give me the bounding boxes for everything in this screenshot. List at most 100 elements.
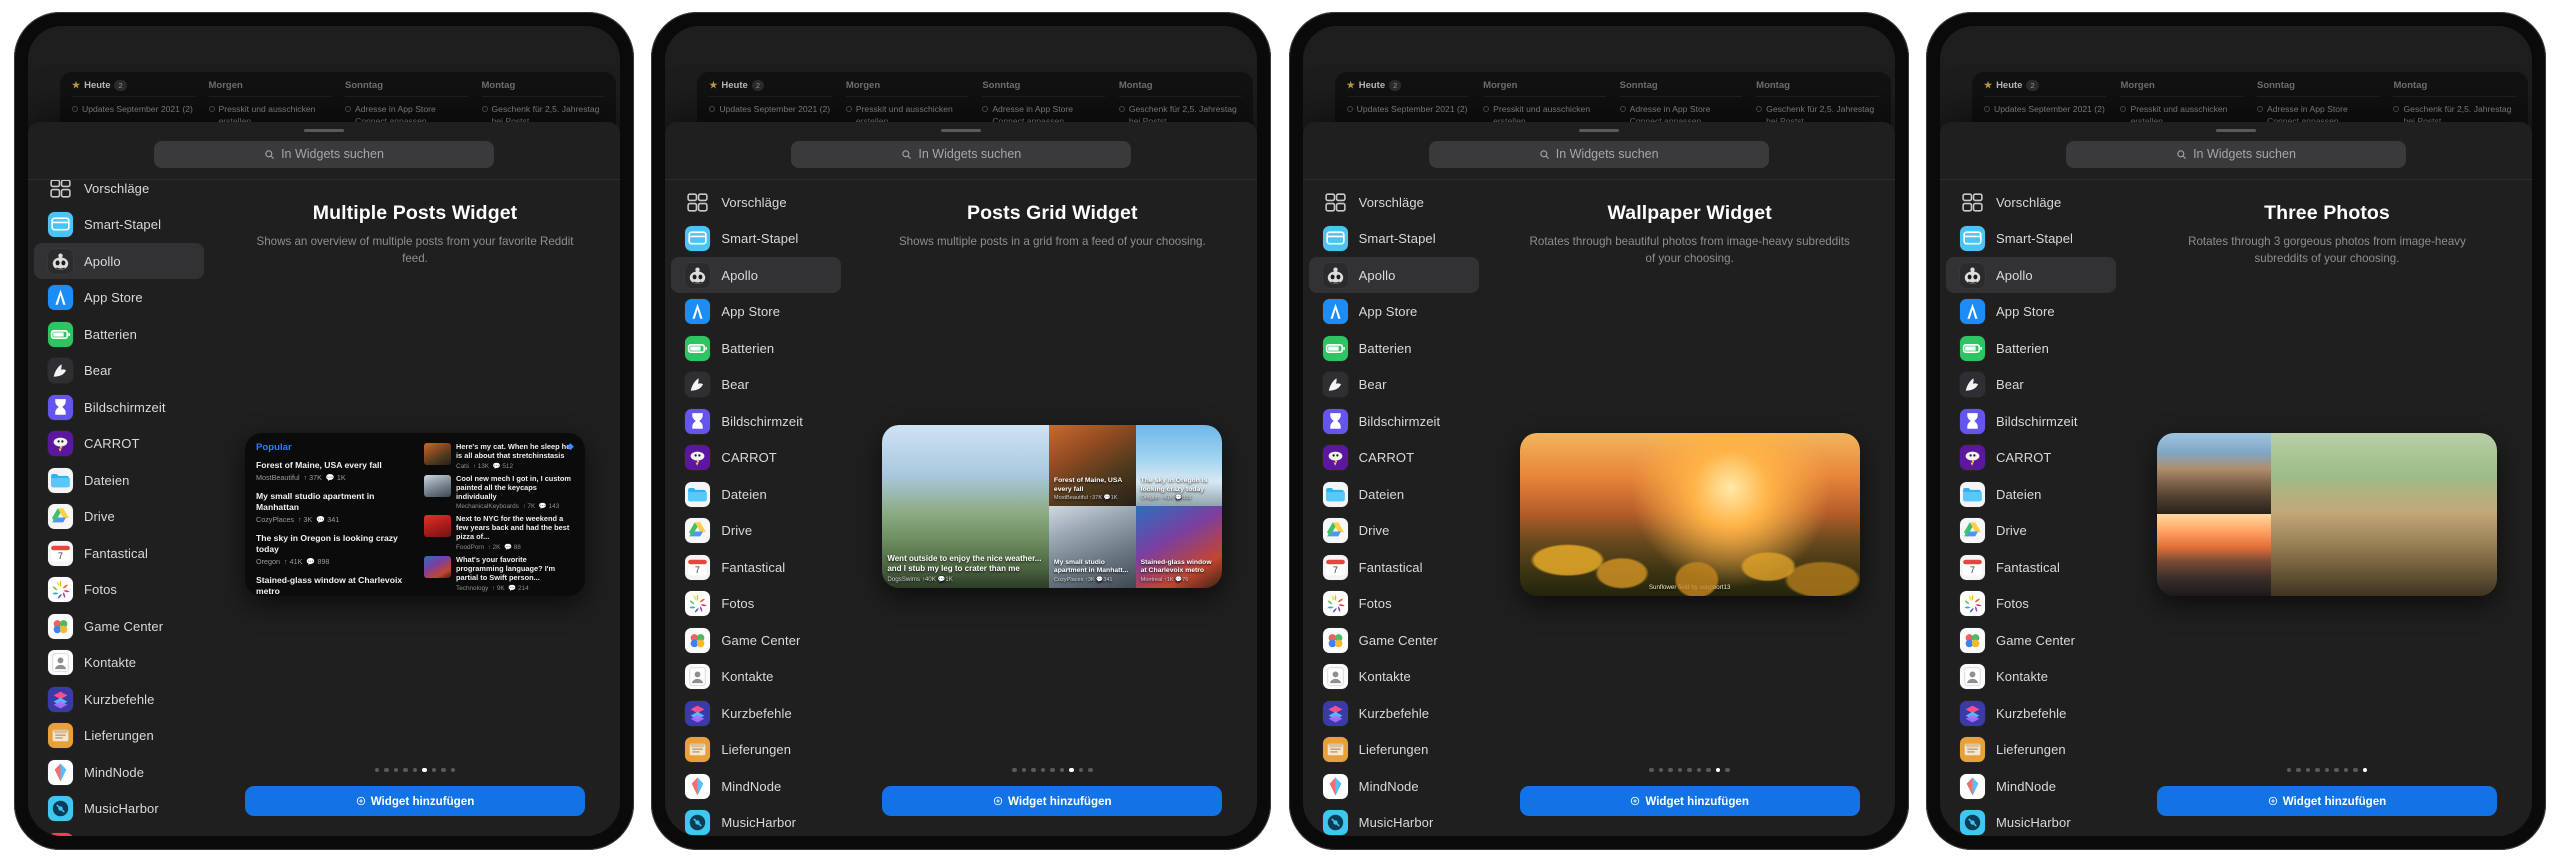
sidebar-item-bear[interactable]: Bear: [671, 366, 841, 403]
sidebar-item-mindnode[interactable]: MindNode: [671, 768, 841, 805]
search-input[interactable]: In Widgets suchen: [791, 140, 1132, 168]
sidebar-item-app-store[interactable]: App Store: [1946, 293, 2116, 330]
sidebar-item-fotos[interactable]: Fotos: [1309, 585, 1479, 622]
search-input[interactable]: In Widgets suchen: [154, 140, 494, 168]
sidebar-item-smart-stapel[interactable]: Smart-Stapel: [34, 206, 204, 243]
sidebar-item-dateien[interactable]: Dateien: [1309, 476, 1479, 513]
sidebar-item-lieferungen[interactable]: Lieferungen: [1309, 731, 1479, 768]
sidebar-item-lieferungen[interactable]: Lieferungen: [34, 717, 204, 754]
sidebar-item-fantastical[interactable]: 7 Fantastical: [671, 549, 841, 586]
sidebar-item-app-store[interactable]: App Store: [34, 279, 204, 316]
sidebar-item-kurzbefehle[interactable]: Kurzbefehle: [34, 681, 204, 718]
sidebar-item-mindnode[interactable]: MindNode: [34, 754, 204, 791]
sidebar-item-musicharbor[interactable]: MusicHarbor: [1946, 804, 2116, 836]
sidebar-item-bear[interactable]: Bear: [34, 352, 204, 389]
sidebar-item-fotos[interactable]: Fotos: [671, 585, 841, 622]
widget-preview-card[interactable]: Popular Forest of Maine, USA every fall …: [245, 433, 585, 596]
sidebar-item-musicharbor[interactable]: MusicHarbor: [34, 790, 204, 827]
add-widget-button[interactable]: Widget hinzufügen: [882, 786, 1223, 816]
widget-preview-card[interactable]: [2156, 432, 2497, 596]
sidebar-item-apollo[interactable]: Apollo: [671, 256, 842, 294]
sidebar-item-smart-stapel[interactable]: Smart-Stapel: [671, 220, 841, 257]
sidebar-item-drive[interactable]: Drive: [1309, 512, 1479, 549]
sidebar-item-bildschirmzeit[interactable]: Bildschirmzeit: [1946, 403, 2116, 440]
sidebar-item-smart-stapel[interactable]: Smart-Stapel: [1946, 220, 2116, 257]
sidebar-item-kontakte[interactable]: Kontakte: [1946, 658, 2116, 695]
widget-sidebar[interactable]: Vorschläge Smart-Stapel Apollo App Store…: [28, 179, 210, 836]
sidebar-item-vorschl-ge[interactable]: Vorschläge: [1309, 184, 1479, 221]
sidebar-item-batterien[interactable]: Batterien: [34, 316, 204, 353]
background-column-title: Montag: [1118, 80, 1153, 91]
sidebar-item-dateien[interactable]: Dateien: [1946, 476, 2116, 513]
sidebar-item-game-center[interactable]: Game Center: [1309, 622, 1479, 659]
sidebar-item-carrot[interactable]: CARROT: [1309, 439, 1479, 476]
sidebar-item-kontakte[interactable]: Kontakte: [34, 644, 204, 681]
sidebar-item-apollo[interactable]: Apollo: [1308, 256, 1479, 294]
page-indicator[interactable]: [1649, 762, 1730, 772]
sidebar-item-drive[interactable]: Drive: [1946, 512, 2116, 549]
sidebar-item-fantastical[interactable]: 7 Fantastical: [1946, 549, 2116, 586]
deliveries-icon: [685, 737, 711, 763]
sidebar-item-kurzbefehle[interactable]: Kurzbefehle: [1946, 695, 2116, 732]
sidebar-item-game-center[interactable]: Game Center: [1946, 622, 2116, 659]
widget-preview-card[interactable]: Went outside to enjoy the nice weather..…: [882, 424, 1223, 588]
sidebar-item-apollo[interactable]: Apollo: [34, 242, 204, 280]
sidebar-item-batterien[interactable]: Batterien: [671, 330, 841, 367]
sidebar-item-mindnode[interactable]: MindNode: [1946, 768, 2116, 805]
sidebar-item-fotos[interactable]: Fotos: [34, 571, 204, 608]
sidebar-item-fantastical[interactable]: 7 Fantastical: [34, 535, 204, 572]
sidebar-item-lieferungen[interactable]: Lieferungen: [1946, 731, 2116, 768]
sidebar-item-musicharbor[interactable]: MusicHarbor: [671, 804, 841, 836]
add-widget-button[interactable]: Widget hinzufügen: [245, 786, 585, 816]
widget-sidebar[interactable]: Vorschläge Smart-Stapel Apollo App Store…: [1302, 179, 1485, 836]
sidebar-item-apollo[interactable]: Apollo: [1945, 256, 2116, 294]
sidebar-item-lieferungen[interactable]: Lieferungen: [671, 731, 841, 768]
sidebar-item-fantastical[interactable]: 7 Fantastical: [1309, 549, 1479, 586]
add-widget-button[interactable]: Widget hinzufügen: [1519, 786, 1860, 816]
sidebar-item-vorschl-ge[interactable]: Vorschläge: [34, 179, 204, 207]
sidebar-item-batterien[interactable]: Batterien: [1309, 330, 1479, 367]
page-indicator[interactable]: [2286, 762, 2368, 772]
widget-sidebar[interactable]: Vorschläge Smart-Stapel Apollo App Store…: [665, 179, 848, 836]
search-input[interactable]: In Widgets suchen: [2065, 140, 2406, 168]
sidebar-item-drive[interactable]: Drive: [34, 498, 204, 535]
widget-sidebar[interactable]: Vorschläge Smart-Stapel Apollo App Store…: [1939, 179, 2122, 836]
sidebar-item-dateien[interactable]: Dateien: [671, 476, 841, 513]
sidebar-item-drive[interactable]: Drive: [671, 512, 841, 549]
sidebar-item-mindnode[interactable]: MindNode: [1309, 768, 1479, 805]
sidebar-item-game-center[interactable]: Game Center: [34, 608, 204, 645]
sidebar-item-bear[interactable]: Bear: [1309, 366, 1479, 403]
apollo-icon: [48, 248, 73, 274]
sidebar-item-kurzbefehle[interactable]: Kurzbefehle: [1309, 695, 1479, 732]
search-input[interactable]: In Widgets suchen: [1428, 140, 1769, 168]
sidebar-item-kontakte[interactable]: Kontakte: [671, 658, 841, 695]
sidebar-item-musik[interactable]: Musik: [34, 827, 204, 836]
sidebar-item-kontakte[interactable]: Kontakte: [1309, 658, 1479, 695]
sidebar-item-bildschirmzeit[interactable]: Bildschirmzeit: [671, 403, 841, 440]
sidebar-item-batterien[interactable]: Batterien: [1946, 330, 2116, 367]
bear-icon: [1959, 372, 1985, 398]
sidebar-item-bear[interactable]: Bear: [1946, 366, 2116, 403]
sidebar-item-game-center[interactable]: Game Center: [671, 622, 841, 659]
sidebar-item-bildschirmzeit[interactable]: Bildschirmzeit: [1309, 403, 1479, 440]
sidebar-item-carrot[interactable]: CARROT: [34, 425, 204, 462]
sidebar-item-fotos[interactable]: Fotos: [1946, 585, 2116, 622]
page-indicator[interactable]: [1012, 762, 1093, 772]
sidebar-item-kurzbefehle[interactable]: Kurzbefehle: [671, 695, 841, 732]
sidebar-item-app-store[interactable]: App Store: [1309, 293, 1479, 330]
widget-preview-card[interactable]: Sunflower field by soupbort13: [1519, 432, 1860, 596]
sidebar-item-musicharbor[interactable]: MusicHarbor: [1309, 804, 1479, 836]
sidebar-item-dateien[interactable]: Dateien: [34, 462, 204, 499]
background-column-header: Morgen: [1483, 80, 1606, 97]
page-indicator[interactable]: [374, 762, 456, 772]
sidebar-item-smart-stapel[interactable]: Smart-Stapel: [1309, 220, 1479, 257]
sidebar-item-app-store[interactable]: App Store: [671, 293, 841, 330]
sidebar-item-carrot[interactable]: CARROT: [671, 439, 841, 476]
sidebar-item-vorschl-ge[interactable]: Vorschläge: [671, 184, 841, 221]
sidebar-item-carrot[interactable]: CARROT: [1946, 439, 2116, 476]
sidebar-item-bildschirmzeit[interactable]: Bildschirmzeit: [34, 389, 204, 426]
plus-circle-icon: [993, 796, 1003, 806]
sidebar-item-vorschl-ge[interactable]: Vorschläge: [1946, 184, 2116, 221]
add-widget-button[interactable]: Widget hinzufügen: [2156, 786, 2497, 816]
sidebar-item-label: Kontakte: [721, 669, 774, 685]
